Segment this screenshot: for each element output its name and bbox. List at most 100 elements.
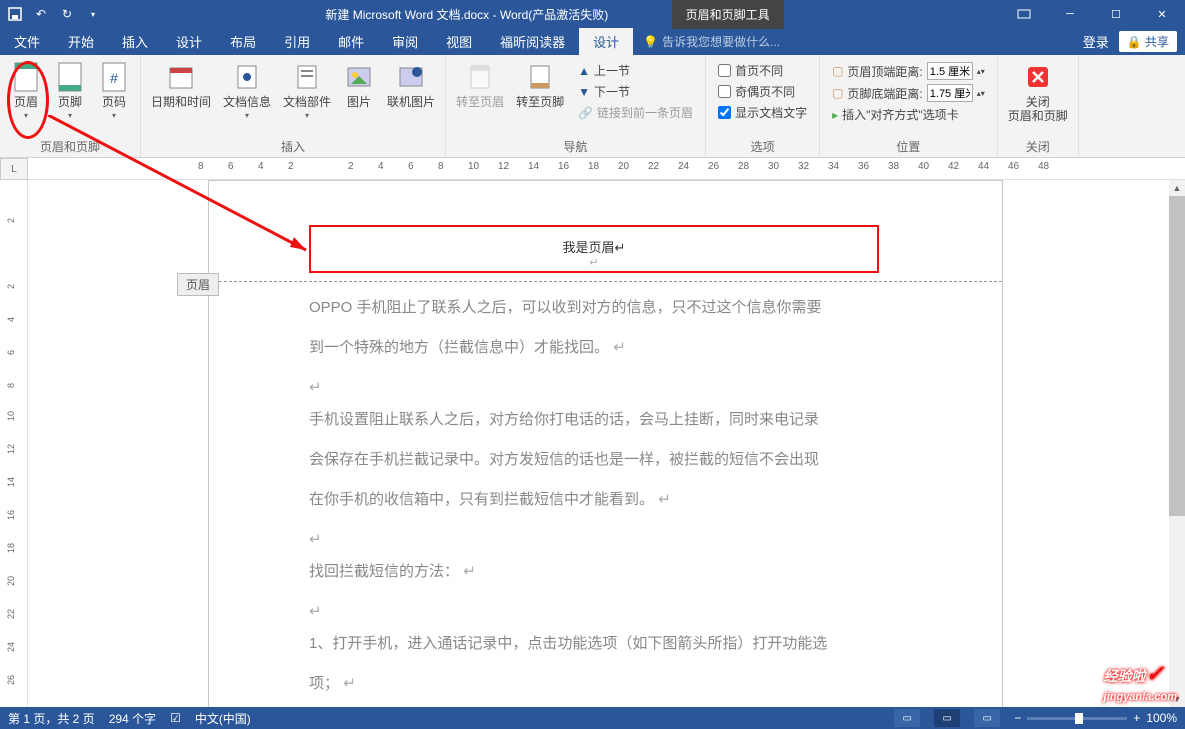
save-icon[interactable] [6, 5, 24, 23]
word-count[interactable]: 294 个字 [109, 710, 156, 727]
ruler-corner[interactable]: L [0, 158, 28, 180]
tab-review[interactable]: 审阅 [378, 28, 432, 55]
header-distance-input[interactable] [927, 62, 973, 80]
goto-header-icon [464, 61, 496, 93]
vertical-scrollbar[interactable]: ▲ ▼ [1169, 180, 1185, 707]
quick-parts-button[interactable]: 文档部件▾ [279, 59, 335, 122]
footer-button[interactable]: 页脚▾ [50, 59, 90, 122]
header-highlight-box: 我是页眉↵ ↵ [309, 225, 879, 273]
tab-layout[interactable]: 布局 [216, 28, 270, 55]
web-layout-icon[interactable]: ▭ [974, 709, 1000, 727]
tab-home[interactable]: 开始 [54, 28, 108, 55]
spellcheck-icon[interactable]: ☑ [170, 711, 181, 725]
footer-icon [54, 61, 86, 93]
page-number-button[interactable]: # 页码▾ [94, 59, 134, 122]
doc-info-button[interactable]: 文档信息▾ [219, 59, 275, 122]
online-picture-button[interactable]: 联机图片 [383, 59, 439, 111]
group-label: 选项 [712, 136, 813, 155]
up-arrow-icon: ▲ [578, 64, 590, 78]
zoom-out-icon[interactable]: − [1014, 711, 1021, 725]
vertical-ruler[interactable]: 22468101214161820222426 [0, 180, 28, 707]
maximize-icon[interactable]: ☐ [1093, 0, 1139, 28]
link-prev-button[interactable]: 🔗链接到前一条页眉 [576, 103, 695, 122]
redo-icon[interactable]: ↻ [58, 5, 76, 23]
date-time-button[interactable]: 日期和时间 [147, 59, 215, 111]
document-canvas[interactable]: 我是页眉↵ ↵ 页眉 OPPO 手机阻止了联系人之后，可以收到对方的信息，只不过… [28, 180, 1185, 707]
tab-references[interactable]: 引用 [270, 28, 324, 55]
page-count[interactable]: 第 1 页，共 2 页 [8, 710, 95, 727]
tab-mailings[interactable]: 邮件 [324, 28, 378, 55]
tab-file[interactable]: 文件 [0, 28, 54, 55]
body-line: 会保存在手机拦截记录中。对方发短信的话也是一样，被拦截的短信不会出现 [309, 443, 889, 477]
body-line: 找回拦截短信的方法： ↵ [309, 555, 889, 589]
tab-insert[interactable]: 插入 [108, 28, 162, 55]
footer-distance-input[interactable] [927, 84, 973, 102]
header-button[interactable]: 页眉▾ [6, 59, 46, 122]
link-icon: 🔗 [578, 106, 593, 120]
qat-more-icon[interactable]: ▾ [84, 5, 102, 23]
zoom-in-icon[interactable]: + [1133, 711, 1140, 725]
minimize-icon[interactable]: ─ [1047, 0, 1093, 28]
login-link[interactable]: 登录 [1083, 32, 1109, 51]
body-line: 1、打开手机，进入通话记录中，点击功能选项（如下图箭头所指）打开功能选 [309, 627, 889, 661]
tab-design[interactable]: 设计 [162, 28, 216, 55]
footer-bottom-icon: ▢ [832, 86, 843, 100]
language-status[interactable]: 中文(中国) [195, 710, 251, 727]
scroll-up-icon[interactable]: ▲ [1169, 180, 1185, 196]
insert-align-tab-button[interactable]: ▸插入"对齐方式"选项卡 [830, 105, 987, 124]
share-button[interactable]: 🔒 共享 [1119, 31, 1177, 52]
next-section-button[interactable]: ▼下一节 [576, 82, 695, 101]
page-number-icon: # [98, 61, 130, 93]
body-line: 手机设置阻止联系人之后，对方给你打电话的话，会马上挂断，同时来电记录 [309, 403, 889, 437]
zoom-slider[interactable] [1027, 717, 1127, 720]
ribbon-tabs: 文件 开始 插入 设计 布局 引用 邮件 审阅 视图 福昕阅读器 设计 💡 告诉… [0, 28, 1185, 55]
document-area: 22468101214161820222426 我是页眉↵ ↵ 页眉 OPPO … [0, 180, 1185, 707]
tab-view[interactable]: 视图 [432, 28, 486, 55]
undo-icon[interactable]: ↶ [32, 5, 50, 23]
body-line: 到一个特殊的地方（拦截信息中）才能找回。 ↵ [309, 331, 889, 365]
print-layout-icon[interactable]: ▭ [934, 709, 960, 727]
header-boundary-line [209, 281, 1002, 282]
tell-me-search[interactable]: 💡 告诉我您想要做什么... [633, 28, 1083, 55]
body-line: ↵ [309, 371, 889, 397]
read-mode-icon[interactable]: ▭ [894, 709, 920, 727]
scrollbar-thumb[interactable] [1169, 196, 1185, 516]
group-label: 页眉和页脚 [6, 136, 134, 155]
close-hf-button[interactable]: 关闭页眉和页脚 [1004, 59, 1072, 125]
body-line: ↵ [309, 523, 889, 549]
horizontal-ruler[interactable]: 8642246810121416182022242628303234363840… [28, 158, 1185, 180]
ribbon-options-icon[interactable] [1001, 0, 1047, 28]
page: 我是页眉↵ ↵ 页眉 OPPO 手机阻止了联系人之后，可以收到对方的信息，只不过… [208, 180, 1003, 707]
picture-button[interactable]: 图片 [339, 59, 379, 111]
picture-icon [343, 61, 375, 93]
show-doc-text-checkbox[interactable]: 显示文档文字 [716, 103, 809, 122]
group-label: 位置 [826, 136, 991, 155]
window-title: 新建 Microsoft Word 文档.docx - Word(产品激活失败)… [108, 0, 1001, 29]
group-label: 导航 [452, 136, 699, 155]
body-line: 项； ↵ [309, 667, 889, 701]
odd-even-checkbox[interactable]: 奇偶页不同 [716, 82, 809, 101]
tab-icon: ▸ [832, 108, 838, 122]
goto-header-button[interactable]: 转至页眉 [452, 59, 508, 111]
contextual-tab-label: 页眉和页脚工具 [672, 0, 784, 29]
close-x-icon [1022, 61, 1054, 93]
down-arrow-icon: ▼ [578, 85, 590, 99]
body-line: OPPO 手机阻止了联系人之后，可以收到对方的信息，只不过这个信息你需要 [309, 291, 889, 325]
group-insert: 日期和时间 文档信息▾ 文档部件▾ 图片 联机图片 插入 [141, 55, 446, 157]
lightbulb-icon: 💡 [643, 35, 658, 49]
svg-text:#: # [110, 70, 118, 86]
status-bar: 第 1 页，共 2 页 294 个字 ☑ 中文(中国) ▭ ▭ ▭ − + 10… [0, 707, 1185, 729]
tab-hf-design[interactable]: 设计 [579, 28, 633, 55]
header-tag-label: 页眉 [177, 273, 219, 296]
tab-foxit[interactable]: 福昕阅读器 [486, 28, 579, 55]
prev-section-button[interactable]: ▲上一节 [576, 61, 695, 80]
watermark: 经验啦✓ jingyanla.com [1104, 661, 1177, 703]
header-top-icon: ▢ [832, 64, 843, 78]
goto-footer-button[interactable]: 转至页脚 [512, 59, 568, 111]
first-page-checkbox[interactable]: 首页不同 [716, 61, 809, 80]
goto-footer-icon [524, 61, 556, 93]
header-content[interactable]: 我是页眉↵ [311, 227, 877, 256]
zoom-value[interactable]: 100% [1146, 711, 1177, 725]
close-icon[interactable]: ✕ [1139, 0, 1185, 28]
zoom-control[interactable]: − + 100% [1014, 711, 1177, 725]
